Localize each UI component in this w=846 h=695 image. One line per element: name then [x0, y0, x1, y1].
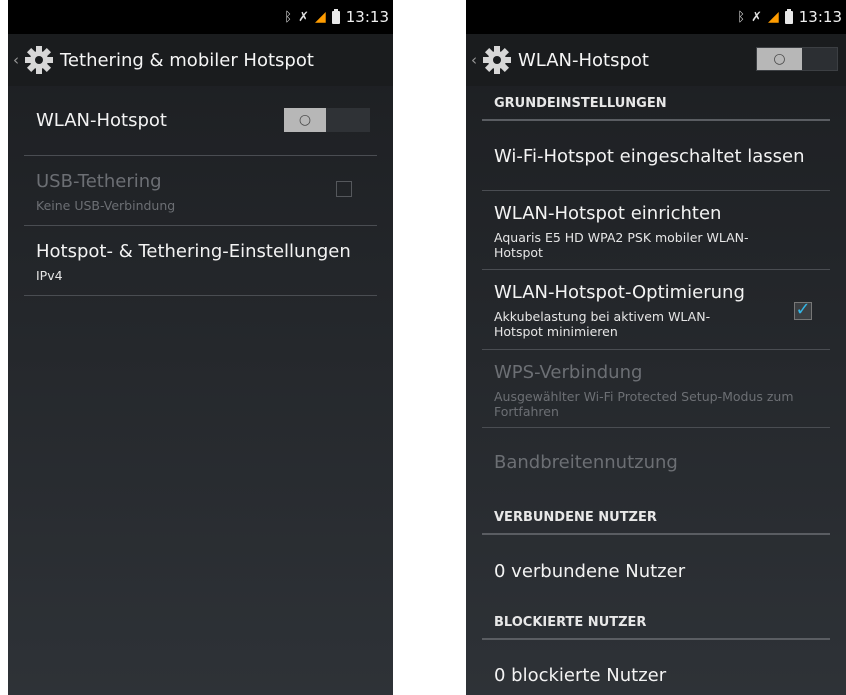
- page-title: WLAN-Hotspot: [518, 49, 649, 71]
- list-item-connected-users[interactable]: 0 verbundene Nutzer: [482, 535, 830, 606]
- tethering-screen: ᛒ ✗ ◢ 13:13 ‹ Tethering & mobiler Hotspo…: [8, 0, 393, 695]
- back-icon[interactable]: ‹: [10, 51, 22, 69]
- keep-hotspot-on-label: Wi-Fi-Hotspot eingeschaltet lassen: [494, 146, 805, 167]
- signal-icon: ◢: [767, 9, 779, 25]
- blocked-users-label: 0 blockierte Nutzer: [494, 665, 667, 686]
- action-bar: ‹ WLAN-Hotspot ○: [466, 34, 846, 86]
- connected-users-label: 0 verbundene Nutzer: [494, 561, 686, 582]
- bandwidth-usage-label: Bandbreitennutzung: [494, 452, 678, 473]
- back-icon[interactable]: ‹: [468, 51, 480, 69]
- bluetooth-icon: ᛒ: [284, 9, 293, 25]
- hotspot-settings-subtitle: IPv4: [36, 268, 63, 283]
- list-item-wps-connection: WPS-Verbindung Ausgewählter Wi-Fi Protec…: [482, 350, 830, 428]
- list-item-usb-tethering: USB-Tethering Keine USB-Verbindung: [24, 156, 377, 226]
- vibrate-icon: ✗: [298, 9, 309, 25]
- status-bar: ᛒ ✗ ◢ 13:13: [466, 0, 846, 34]
- vibrate-icon: ✗: [751, 9, 762, 25]
- wlan-hotspot-switch[interactable]: ○: [284, 108, 370, 132]
- list-item-keep-hotspot-on[interactable]: Wi-Fi-Hotspot eingeschaltet lassen: [482, 121, 830, 191]
- usb-tethering-subtitle: Keine USB-Verbindung: [36, 198, 176, 213]
- hotspot-optimization-subtitle: Akkubelastung bei aktivem WLAN-Hotspot m…: [494, 309, 711, 339]
- section-header-blocked-users: BLOCKIERTE NUTZER: [482, 606, 830, 640]
- wps-connection-label: WPS-Verbindung: [494, 362, 643, 383]
- gear-icon[interactable]: [22, 43, 56, 77]
- wlan-hotspot-master-switch[interactable]: ○: [756, 47, 838, 71]
- battery-icon: [331, 8, 340, 24]
- hotspot-settings-label: Hotspot- & Tethering-Einstellungen: [36, 241, 351, 262]
- section-header-basic-settings: GRUNDEINSTELLUNGEN: [482, 86, 830, 121]
- gear-icon[interactable]: [480, 43, 514, 77]
- status-bar: ᛒ ✗ ◢ 13:13: [8, 0, 393, 34]
- list-item-wlan-hotspot[interactable]: WLAN-Hotspot ○: [24, 86, 377, 156]
- list-item-bandwidth-usage: Bandbreitennutzung: [482, 428, 830, 500]
- clock: 13:13: [798, 8, 842, 26]
- usb-tethering-label: USB-Tethering: [36, 171, 162, 192]
- hotspot-optimization-label: WLAN-Hotspot-Optimierung: [494, 282, 745, 303]
- wlan-hotspot-label: WLAN-Hotspot: [36, 110, 167, 131]
- wps-connection-subtitle: Ausgewählter Wi-Fi Protected Setup-Modus…: [494, 389, 794, 419]
- list-item-hotspot-settings[interactable]: Hotspot- & Tethering-Einstellungen IPv4: [24, 226, 377, 296]
- list-item-hotspot-optimization[interactable]: WLAN-Hotspot-Optimierung Akkubelastung b…: [482, 270, 830, 350]
- battery-icon: [784, 8, 793, 24]
- clock: 13:13: [345, 8, 389, 26]
- switch-knob-icon: ○: [757, 48, 802, 70]
- checkmark-icon: ✓: [795, 298, 811, 320]
- bluetooth-icon: ᛒ: [737, 9, 746, 25]
- signal-icon: ◢: [314, 9, 326, 25]
- switch-knob-icon: ○: [284, 108, 326, 132]
- page-title: Tethering & mobiler Hotspot: [60, 49, 314, 71]
- setup-hotspot-subtitle: Aquaris E5 HD WPA2 PSK mobiler WLAN-Hots…: [494, 230, 749, 260]
- usb-tethering-checkbox: [336, 181, 352, 197]
- section-header-connected-users: VERBUNDENE NUTZER: [482, 500, 830, 535]
- setup-hotspot-label: WLAN-Hotspot einrichten: [494, 203, 722, 224]
- action-bar: ‹ Tethering & mobiler Hotspot: [8, 34, 393, 86]
- list-item-blocked-users[interactable]: 0 blockierte Nutzer: [482, 640, 830, 695]
- list-item-setup-hotspot[interactable]: WLAN-Hotspot einrichten Aquaris E5 HD WP…: [482, 191, 830, 270]
- hotspot-optimization-checkbox[interactable]: ✓: [794, 298, 812, 320]
- wlan-hotspot-screen: ᛒ ✗ ◢ 13:13 ‹ WLAN-Hotspot ○ GRUNDEINSTE…: [466, 0, 846, 695]
